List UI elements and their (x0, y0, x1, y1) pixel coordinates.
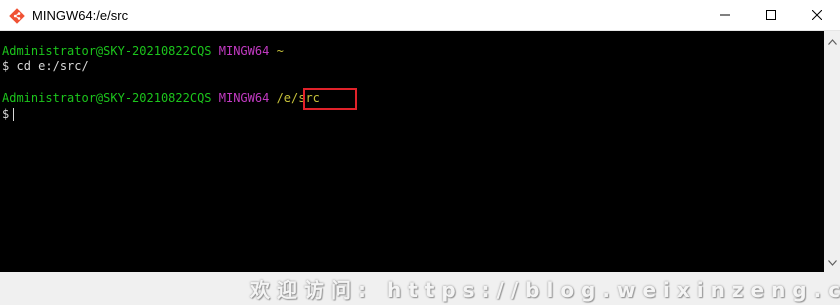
command-line-1: $ cd e:/src/ (2, 59, 89, 74)
minimize-button[interactable] (702, 0, 748, 30)
prompt-env: MINGW64 (218, 91, 270, 105)
command-line-2[interactable]: $ (2, 107, 15, 122)
close-icon (812, 10, 822, 20)
maximize-icon (766, 10, 776, 20)
prompt-line-2: Administrator@SKY-20210822CQS MINGW64 /e… (2, 91, 320, 106)
window-title: MINGW64:/e/src (32, 8, 129, 23)
prompt-line-1: Administrator@SKY-20210822CQS MINGW64 ~ (2, 44, 284, 59)
prompt-user: Administrator@SKY-20210822CQS (2, 91, 212, 105)
terminal-output[interactable]: Administrator@SKY-20210822CQS MINGW64 ~ … (0, 31, 824, 272)
prompt-symbol: $ (2, 107, 10, 121)
title-bar[interactable]: MINGW64:/e/src (0, 0, 840, 31)
chevron-up-icon (827, 32, 837, 50)
prompt-user: Administrator@SKY-20210822CQS (2, 44, 212, 58)
prompt-env: MINGW64 (218, 44, 270, 58)
scroll-up-button[interactable] (824, 33, 840, 49)
maximize-button[interactable] (748, 0, 794, 30)
prompt-symbol: $ (2, 59, 10, 73)
terminal-window: MINGW64:/e/src Administrator@SKY-2021082… (0, 0, 840, 305)
text-cursor (13, 108, 15, 121)
watermark-text: 欢迎访问: https://blog.weixinzeng.cn (250, 278, 840, 302)
command-text: cd e:/src/ (16, 59, 89, 73)
prompt-path: ~ (276, 44, 284, 58)
vertical-scrollbar[interactable] (824, 31, 840, 272)
path-highlight-box (303, 88, 357, 110)
close-button[interactable] (794, 0, 840, 30)
scroll-down-button[interactable] (824, 254, 840, 270)
git-diamond-icon (9, 8, 25, 24)
chevron-down-icon (827, 253, 837, 271)
bottom-margin: 欢迎访问: https://blog.weixinzeng.cn (0, 272, 840, 305)
minimize-icon (720, 10, 730, 20)
